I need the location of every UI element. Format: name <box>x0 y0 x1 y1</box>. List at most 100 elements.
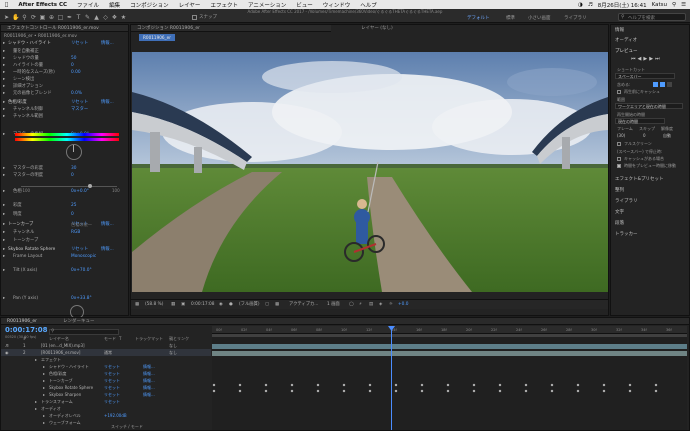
keyframe-marker[interactable] <box>264 389 268 393</box>
menu-edit[interactable]: 編集 <box>104 1 125 9</box>
disclosure-triangle-icon[interactable]: ▸ <box>3 48 5 55</box>
property-row[interactable]: シャドウ・ハイライト ▸ リセット 情報... <box>1 363 211 370</box>
layer-row-2[interactable]: ◉ 2 [R0011906_er.mov] 通常 なし <box>1 349 211 356</box>
include-overlay-toggle[interactable] <box>667 82 672 87</box>
effect-row[interactable]: マスターの明度 ▸ 0 <box>1 172 128 179</box>
cache-play-checkbox[interactable] <box>617 157 621 161</box>
keyframe-marker[interactable] <box>628 389 632 393</box>
last-frame-icon[interactable]: ⏭ <box>655 56 662 62</box>
property-row[interactable]: Skybox Sharpen ▸ リセット 情報... <box>1 391 211 398</box>
cache-checkbox[interactable] <box>617 90 621 94</box>
effect-row[interactable]: チャンネル制御 ▸ マスター <box>1 106 128 113</box>
keyframe-marker[interactable] <box>550 383 554 387</box>
keyframe-marker[interactable] <box>342 389 346 393</box>
tracker-header[interactable]: トラッカー <box>615 231 638 237</box>
audio-icon[interactable]: ♬ <box>5 342 9 349</box>
effect-row-value[interactable]: 0.00 <box>71 69 81 76</box>
keyframe-marker[interactable] <box>550 389 554 393</box>
timeline-tab[interactable]: R0011906_er <box>7 318 37 325</box>
layer-parent[interactable]: なし <box>169 349 177 356</box>
disclosure-triangle-icon[interactable]: ▸ <box>43 384 45 391</box>
layer-name[interactable]: [R0011906_er.mov] <box>41 349 80 356</box>
puppet-tool-icon[interactable]: ★ <box>120 14 127 21</box>
keyframe-marker[interactable] <box>446 389 450 393</box>
disclosure-triangle-icon[interactable]: ▸ <box>3 295 5 302</box>
roi-icon[interactable]: ▢ <box>265 300 269 310</box>
effect-row-value[interactable]: 50 <box>71 55 76 62</box>
magnification-icon[interactable]: ▩ <box>135 300 139 310</box>
timeline-icon[interactable]: ▤ <box>369 300 373 310</box>
visibility-eye-icon[interactable]: ◉ <box>5 349 9 356</box>
menu-animation[interactable]: アニメーション <box>243 1 291 9</box>
move-time-checkbox[interactable] <box>617 164 621 168</box>
composition-tab[interactable]: コンポジション R0011906_er <box>131 25 331 32</box>
toggle-pixel-icon[interactable]: ◯ <box>349 300 354 310</box>
effect-row-value[interactable]: 0.0% <box>71 90 82 97</box>
property-value[interactable]: リセット <box>104 370 120 377</box>
keyframe-marker[interactable] <box>420 389 424 393</box>
footer-timecode[interactable]: 0:00:17:08 <box>191 300 214 310</box>
effect-row[interactable]: ハイライトの量 ▸ 0 <box>1 62 128 69</box>
grid-icon[interactable]: ▦ <box>171 300 175 310</box>
disclosure-triangle-icon[interactable]: ▸ <box>3 267 5 274</box>
shortcut-dropdown[interactable]: スペースバー <box>615 73 675 79</box>
layer-bar-audio[interactable] <box>212 344 687 349</box>
keyframe-marker[interactable] <box>316 383 320 387</box>
camera-dropdown[interactable]: アクティブカ... <box>289 300 318 310</box>
effect-row[interactable]: 彩度 ▸ 25 <box>1 202 128 209</box>
flowchart-icon[interactable]: ◈ <box>379 300 382 310</box>
keyframe-marker[interactable] <box>290 383 294 387</box>
effect-row-value[interactable]: リセット <box>71 40 88 47</box>
wifi-icon[interactable]: ◑ <box>578 2 583 8</box>
property-row[interactable]: トーンカーブ ▸ リセット 情報... <box>1 377 211 384</box>
effect-row[interactable]: Skybox Rotate Sphere ▸ リセット 情報... <box>1 246 128 253</box>
frame-rate-value[interactable]: (30) <box>617 133 625 138</box>
effect-row[interactable]: 詳細オプション ▸ <box>1 83 128 90</box>
snapshot-icon[interactable]: ◉ <box>219 300 223 310</box>
effects-presets-header[interactable]: エフェクト&プリセット <box>615 176 664 182</box>
property-row[interactable]: エフェクト ▸ <box>1 356 211 363</box>
preview-panel-header[interactable]: プレビュー <box>615 48 638 54</box>
effect-row[interactable]: Frame Layout ▸ Monoscopic <box>1 253 128 260</box>
effect-row[interactable]: 一時的なスムーズ(秒) ▸ 0.00 <box>1 69 128 76</box>
effect-row-value[interactable]: 0 <box>71 172 74 179</box>
keyframe-marker[interactable] <box>628 383 632 387</box>
list-icon[interactable]: ☰ <box>681 2 686 8</box>
effect-row-value[interactable]: 0 <box>71 211 74 218</box>
disclosure-triangle-icon[interactable]: ▸ <box>35 356 37 363</box>
effect-row[interactable]: 量を自動補正 ▸ <box>1 48 128 55</box>
keyframe-marker[interactable] <box>394 383 398 387</box>
effect-info-link[interactable]: 情報... <box>101 221 114 228</box>
preview-transport-controls[interactable]: ⏮◀▶▶⏭ <box>631 56 662 62</box>
keyframe-marker[interactable] <box>498 383 502 387</box>
keyframe-marker[interactable] <box>576 389 580 393</box>
effect-row-value[interactable]: 0x+70.0° <box>71 267 92 274</box>
menu-help[interactable]: ヘルプ <box>355 1 382 9</box>
disclosure-triangle-icon[interactable]: ▸ <box>3 172 5 179</box>
property-info-link[interactable]: 情報... <box>143 384 155 391</box>
disclosure-triangle-icon[interactable]: ▸ <box>3 229 5 236</box>
property-value[interactable]: リセット <box>104 384 120 391</box>
effect-info-link[interactable]: 情報... <box>101 246 114 253</box>
workspace-small-screen[interactable]: 小さい画面 <box>528 15 551 21</box>
disclosure-triangle-icon[interactable]: ▸ <box>3 221 5 228</box>
exposure-icon[interactable]: ☼ <box>389 300 393 310</box>
disclosure-triangle-icon[interactable]: ▸ <box>43 363 45 370</box>
channel-icon[interactable]: ● <box>229 300 233 310</box>
effect-row-value[interactable]: 0x+0.0° <box>71 188 89 195</box>
property-row[interactable]: ウェーブフォーム ▸ <box>1 419 211 426</box>
menu-effect[interactable]: エフェクト <box>205 1 243 9</box>
effect-row-value[interactable]: マスター <box>71 106 88 113</box>
property-info-link[interactable]: 情報... <box>143 363 155 370</box>
effect-row-value[interactable]: リセット <box>71 99 88 106</box>
keyframe-marker[interactable] <box>654 389 658 393</box>
disclosure-triangle-icon[interactable]: ▸ <box>3 237 5 244</box>
disclosure-triangle-icon[interactable]: ▸ <box>43 391 45 398</box>
disclosure-triangle-icon[interactable]: ▸ <box>3 253 5 260</box>
col-layer-name[interactable]: レイヤー名 <box>49 335 69 342</box>
user-name[interactable]: Katsu <box>652 2 667 8</box>
property-value[interactable]: +192.00dB <box>104 412 127 419</box>
disclosure-triangle-icon[interactable]: ▸ <box>35 405 37 412</box>
clock-text[interactable]: 8月26日(土) 16:41 <box>598 1 647 9</box>
effect-row[interactable]: 明度 ▸ 0 <box>1 211 128 218</box>
